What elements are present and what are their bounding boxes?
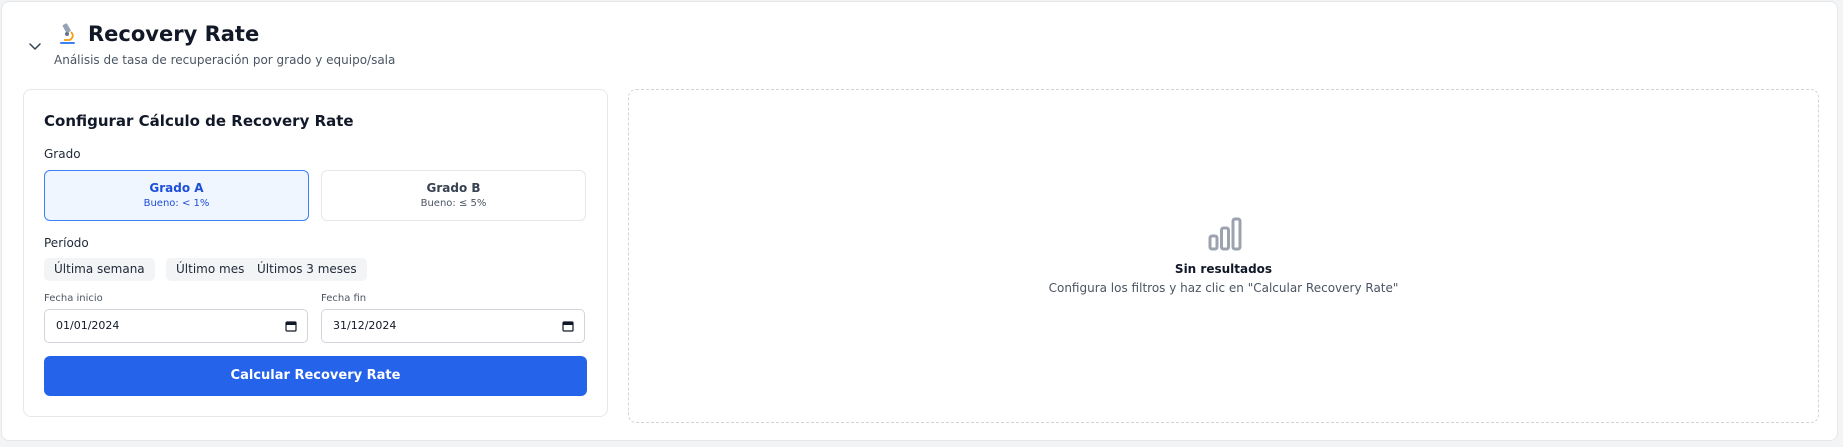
grade-b-button[interactable]: Grado B Bueno: ≤ 5% xyxy=(321,170,586,221)
period-last-week-button[interactable]: Última semana xyxy=(44,258,155,281)
start-date-value: 01/01/2024 xyxy=(56,319,120,332)
calendar-icon[interactable] xyxy=(285,320,297,332)
end-date-label: Fecha fin xyxy=(321,293,367,304)
config-panel: Configurar Cálculo de Recovery Rate Grad… xyxy=(23,89,608,417)
recovery-rate-card: Recovery Rate Análisis de tasa de recupe… xyxy=(1,1,1838,441)
bar-chart-icon xyxy=(1208,217,1242,251)
start-date-label: Fecha inicio xyxy=(44,293,103,304)
end-date-input[interactable]: 31/12/2024 xyxy=(321,309,585,343)
grade-b-note: Bueno: ≤ 5% xyxy=(420,198,487,209)
grade-a-button[interactable]: Grado A Bueno: < 1% xyxy=(44,170,309,221)
grade-label: Grado xyxy=(44,147,81,161)
calculate-button[interactable]: Calcular Recovery Rate xyxy=(44,356,587,396)
period-last-month-button[interactable]: Último mes xyxy=(166,258,255,281)
config-title: Configurar Cálculo de Recovery Rate xyxy=(44,112,354,130)
calendar-icon[interactable] xyxy=(562,320,574,332)
results-panel: Sin resultados Configura los filtros y h… xyxy=(628,89,1819,423)
microscope-icon xyxy=(60,23,75,44)
empty-state-title: Sin resultados xyxy=(1174,262,1273,276)
page-subtitle: Análisis de tasa de recuperación por gra… xyxy=(54,53,396,67)
end-date-value: 31/12/2024 xyxy=(333,319,397,332)
page-title: Recovery Rate xyxy=(88,22,260,46)
empty-state-message: Configura los filtros y haz clic en "Cal… xyxy=(1048,281,1399,295)
grade-a-note: Bueno: < 1% xyxy=(143,198,210,209)
chevron-down-icon[interactable] xyxy=(27,38,43,54)
period-last-3-months-button[interactable]: Últimos 3 meses xyxy=(247,258,367,281)
start-date-input[interactable]: 01/01/2024 xyxy=(44,309,308,343)
period-label: Período xyxy=(44,236,89,250)
grade-a-name: Grado A xyxy=(149,181,204,195)
grade-b-name: Grado B xyxy=(426,181,481,195)
